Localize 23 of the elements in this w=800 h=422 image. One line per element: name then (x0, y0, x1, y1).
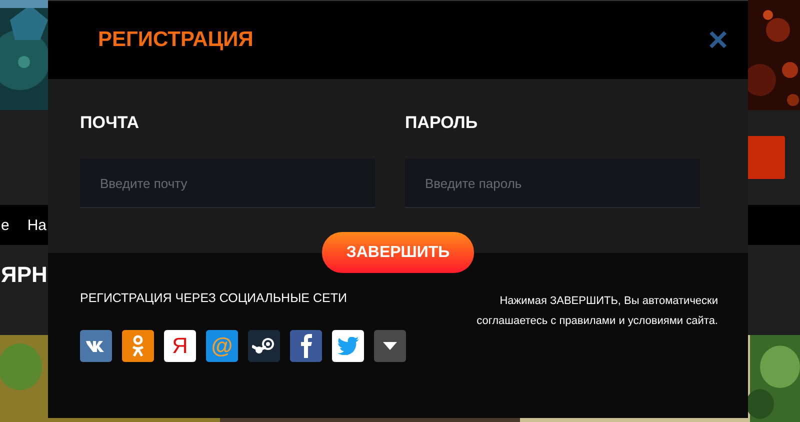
steam-icon (252, 336, 276, 356)
field-label: ПОЧТА (80, 113, 140, 133)
action-button[interactable] (745, 136, 785, 179)
person-icon (131, 335, 145, 357)
nav-link[interactable]: е (1, 216, 10, 234)
social-title: РЕГИСТРАЦИЯ ЧЕРЕЗ СОЦИАЛЬНЫЕ СЕТИ (80, 291, 348, 305)
terms-text: Нажимая ЗАВЕРШИТЬ, Вы автоматически соглашаетесь с правилами и условиями сайта. (476, 294, 718, 329)
social-button[interactable]: Я (164, 330, 196, 362)
facebook-icon (300, 334, 312, 358)
input-field[interactable]: Введите почту (80, 159, 375, 208)
dropdown-button[interactable] (374, 330, 406, 362)
bird-icon (337, 337, 359, 355)
close-button[interactable]: × (708, 23, 728, 57)
input-field[interactable]: Введите пароль (405, 159, 700, 208)
social-button[interactable] (290, 330, 322, 362)
submit-button[interactable]: ЗАВЕРШИТЬ (322, 232, 474, 273)
vk-icon (86, 340, 106, 352)
section-heading: ЯРН (1, 262, 48, 288)
nav-link[interactable]: На (27, 216, 47, 234)
field-label: ПАРОЛЬ (405, 113, 479, 133)
social-button[interactable] (248, 330, 280, 362)
dialog-title: РЕГИСТРАЦИЯ (98, 28, 254, 52)
caret-icon (383, 342, 397, 350)
